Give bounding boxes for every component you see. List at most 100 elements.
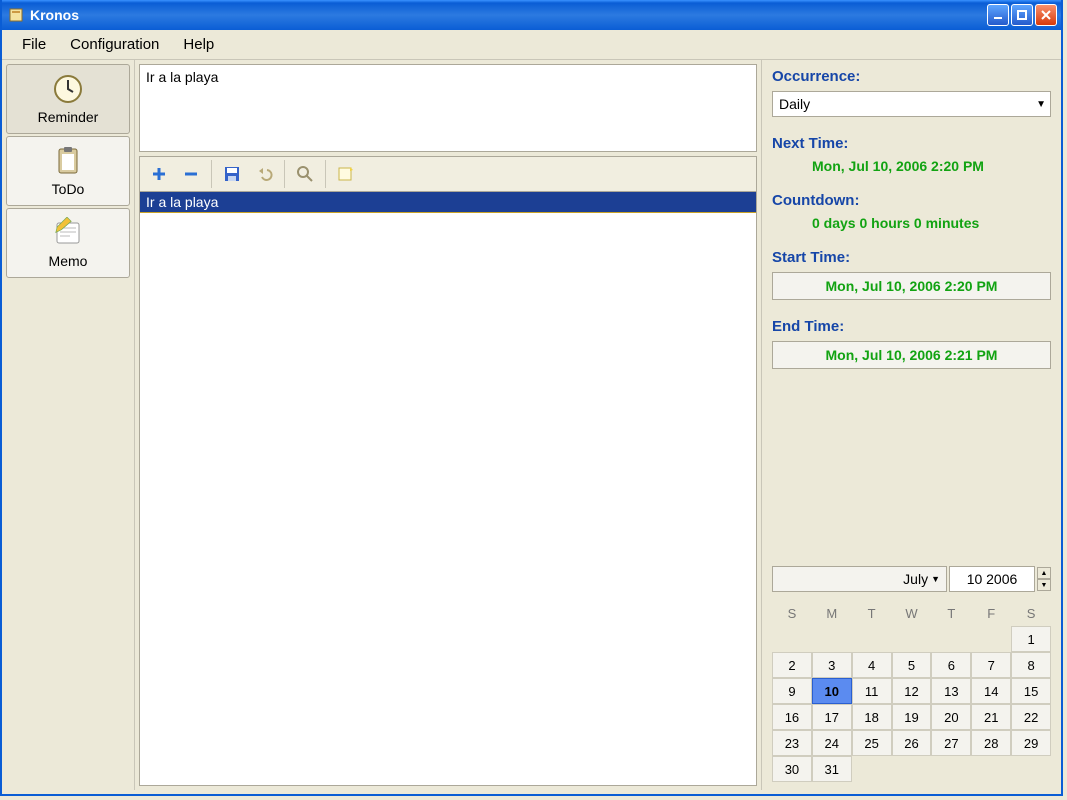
calendar-day[interactable]: 4 xyxy=(852,652,892,678)
occurrence-label: Occurrence: xyxy=(772,68,1051,85)
calendar-day[interactable]: 3 xyxy=(812,652,852,678)
toolbar-divider xyxy=(211,160,212,188)
calendar-day[interactable]: 27 xyxy=(931,730,971,756)
calendar-day[interactable]: 23 xyxy=(772,730,812,756)
end-time-label: End Time: xyxy=(772,318,1051,335)
reminder-list[interactable]: Ir a la playa xyxy=(139,192,757,786)
calendar-month: July xyxy=(903,571,928,587)
calendar-day[interactable]: 10 xyxy=(812,678,852,704)
countdown-label: Countdown: xyxy=(772,192,1051,209)
center-pane: Ir a la playa xyxy=(135,60,761,790)
calendar-day[interactable]: 7 xyxy=(971,652,1011,678)
chevron-down-icon: ▼ xyxy=(931,574,940,584)
calendar-header: July ▼ 10 2006 ▲ ▼ xyxy=(772,566,1051,592)
calendar-day[interactable]: 18 xyxy=(852,704,892,730)
calendar-empty xyxy=(772,626,812,652)
calendar-day[interactable]: 21 xyxy=(971,704,1011,730)
calendar-empty xyxy=(971,756,1011,782)
menubar: File Configuration Help xyxy=(2,30,1061,60)
calendar-empty xyxy=(812,626,852,652)
menu-file[interactable]: File xyxy=(10,32,58,57)
calendar-day[interactable]: 2 xyxy=(772,652,812,678)
calendar-day[interactable]: 24 xyxy=(812,730,852,756)
menu-help[interactable]: Help xyxy=(171,32,226,57)
undo-button[interactable] xyxy=(249,160,279,188)
calendar-empty xyxy=(892,626,932,652)
year-spinner: ▲ ▼ xyxy=(1037,567,1051,591)
calendar-day[interactable]: 16 xyxy=(772,704,812,730)
start-time-button[interactable]: Mon, Jul 10, 2006 2:20 PM xyxy=(772,272,1051,300)
start-time-value: Mon, Jul 10, 2006 2:20 PM xyxy=(826,278,998,294)
calendar-year-field[interactable]: 10 2006 xyxy=(949,566,1035,592)
calendar-empty xyxy=(931,626,971,652)
calendar-day[interactable]: 9 xyxy=(772,678,812,704)
calendar-day[interactable]: 25 xyxy=(852,730,892,756)
calendar: SMTWTFS123456789101112131415161718192021… xyxy=(772,600,1051,782)
app-icon xyxy=(8,7,24,23)
end-time-button[interactable]: Mon, Jul 10, 2006 2:21 PM xyxy=(772,341,1051,369)
new-note-button[interactable] xyxy=(331,160,361,188)
titlebar: Kronos xyxy=(2,0,1061,30)
add-button[interactable] xyxy=(144,160,174,188)
maximize-button[interactable] xyxy=(1011,4,1033,26)
calendar-day[interactable]: 13 xyxy=(931,678,971,704)
note-textarea[interactable]: Ir a la playa xyxy=(139,64,757,152)
toolbar-divider xyxy=(325,160,326,188)
app-window: Kronos File Configuration Help Reminder … xyxy=(0,0,1063,796)
search-button[interactable] xyxy=(290,160,320,188)
clipboard-icon xyxy=(52,145,84,177)
calendar-dow: F xyxy=(971,600,1011,626)
calendar-day[interactable]: 26 xyxy=(892,730,932,756)
calendar-day[interactable]: 14 xyxy=(971,678,1011,704)
calendar-day[interactable]: 30 xyxy=(772,756,812,782)
start-time-label: Start Time: xyxy=(772,249,1051,266)
calendar-empty xyxy=(931,756,971,782)
calendar-day[interactable]: 29 xyxy=(1011,730,1051,756)
list-item[interactable]: Ir a la playa xyxy=(140,192,756,213)
calendar-day[interactable]: 28 xyxy=(971,730,1011,756)
clock-icon xyxy=(52,73,84,105)
calendar-empty xyxy=(852,626,892,652)
spinner-up[interactable]: ▲ xyxy=(1037,567,1051,579)
save-button[interactable] xyxy=(217,160,247,188)
calendar-day[interactable]: 15 xyxy=(1011,678,1051,704)
sidebar-item-label: ToDo xyxy=(52,181,85,197)
calendar-empty xyxy=(971,626,1011,652)
spinner-down[interactable]: ▼ xyxy=(1037,579,1051,591)
close-button[interactable] xyxy=(1035,4,1057,26)
calendar-dow: T xyxy=(931,600,971,626)
calendar-day[interactable]: 8 xyxy=(1011,652,1051,678)
calendar-day[interactable]: 17 xyxy=(812,704,852,730)
details-pane: Occurrence: Daily ▼ Next Time: Mon, Jul … xyxy=(761,60,1061,790)
sidebar-item-label: Memo xyxy=(49,253,88,269)
sidebar-item-todo[interactable]: ToDo xyxy=(6,136,130,206)
minimize-button[interactable] xyxy=(987,4,1009,26)
calendar-day[interactable]: 22 xyxy=(1011,704,1051,730)
spacer xyxy=(772,375,1051,560)
content-area: Reminder ToDo Memo Ir a la playa xyxy=(2,60,1061,790)
remove-button[interactable] xyxy=(176,160,206,188)
occurrence-select[interactable]: Daily ▼ xyxy=(772,91,1051,117)
toolbar xyxy=(139,156,757,192)
calendar-dow: S xyxy=(772,600,812,626)
calendar-day[interactable]: 6 xyxy=(931,652,971,678)
calendar-day[interactable]: 19 xyxy=(892,704,932,730)
memo-icon xyxy=(52,217,84,249)
calendar-day[interactable]: 20 xyxy=(931,704,971,730)
calendar-empty xyxy=(1011,756,1051,782)
calendar-day[interactable]: 11 xyxy=(852,678,892,704)
calendar-empty xyxy=(852,756,892,782)
sidebar: Reminder ToDo Memo xyxy=(2,60,135,790)
calendar-day[interactable]: 31 xyxy=(812,756,852,782)
countdown-value: 0 days 0 hours 0 minutes xyxy=(772,215,1051,231)
calendar-dow: M xyxy=(812,600,852,626)
calendar-day[interactable]: 5 xyxy=(892,652,932,678)
calendar-day[interactable]: 12 xyxy=(892,678,932,704)
calendar-day[interactable]: 1 xyxy=(1011,626,1051,652)
sidebar-item-reminder[interactable]: Reminder xyxy=(6,64,130,134)
window-buttons xyxy=(987,4,1057,26)
menu-configuration[interactable]: Configuration xyxy=(58,32,171,57)
calendar-month-select[interactable]: July ▼ xyxy=(772,566,947,592)
sidebar-item-memo[interactable]: Memo xyxy=(6,208,130,278)
calendar-dow: S xyxy=(1011,600,1051,626)
